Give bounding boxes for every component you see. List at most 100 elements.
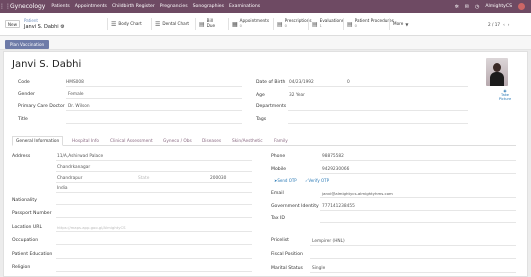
verify-otp-label: Verify OTP	[308, 178, 329, 183]
tab-hospital-info[interactable]: Hospital Info	[72, 139, 99, 144]
stat-patient-procedures[interactable]: ▤ Patient Procedures 0	[343, 18, 394, 30]
evaluations-icon: ▤	[312, 20, 318, 28]
stat-label: Evaluations 1	[319, 18, 344, 28]
religion-field[interactable]	[56, 271, 252, 272]
primary-care-doctor-field[interactable]: Dr. Wilson	[68, 104, 90, 109]
take-picture-link[interactable]: ◉ Take Picture	[496, 89, 514, 101]
stat-evaluations[interactable]: ▤ Evaluations 1	[308, 18, 344, 30]
dental-chart-icon: ☰	[155, 20, 161, 28]
country-field[interactable]: India	[57, 186, 68, 191]
occupation-label: Occupation	[12, 238, 39, 243]
tab-family[interactable]: Family	[274, 139, 288, 144]
stat-label: Bill Due	[206, 18, 216, 28]
app-name[interactable]: Gynecology	[10, 3, 45, 10]
religion-label: Religion	[12, 265, 31, 270]
procedures-icon: ▤	[347, 20, 353, 28]
main-menu: Patients Appointments Childbirth Registe…	[51, 4, 260, 9]
breadcrumb-parent[interactable]: Patient	[24, 18, 38, 23]
state-field[interactable]: State	[138, 176, 149, 181]
top-navbar: ⋮⋮ Gynecology Patients Appointments Chil…	[0, 0, 531, 13]
tab-skin-aesthetic[interactable]: Skin/Aesthetic	[232, 139, 263, 144]
title-field[interactable]	[66, 123, 242, 124]
clock-icon[interactable]: ◷	[475, 4, 479, 10]
occupation-field[interactable]	[56, 244, 252, 245]
marital-status-field[interactable]: Single	[312, 266, 325, 271]
country-underline	[56, 192, 252, 193]
zip-field[interactable]: 200030	[210, 176, 226, 181]
stat-appointments[interactable]: ▦ Appointments 0	[228, 18, 269, 30]
tags-field[interactable]	[288, 123, 468, 124]
stat-dental-chart[interactable]: ☰ Dental Chart	[151, 18, 189, 30]
address-label: Address	[12, 154, 31, 159]
stat-more-dropdown[interactable]: More ▼	[389, 18, 408, 30]
tab-clinical-assessment[interactable]: Clinical Assessment	[110, 139, 153, 144]
gear-icon[interactable]: ⚙	[60, 24, 64, 30]
nationality-field[interactable]	[56, 204, 252, 205]
gender-field[interactable]: Female	[68, 92, 84, 97]
company-name[interactable]: AlmightyCS	[485, 4, 512, 9]
dob-field[interactable]: 04/23/1992	[289, 80, 314, 85]
nationality-label: Nationality	[12, 198, 37, 203]
menu-childbirth-register[interactable]: Childbirth Register	[112, 4, 155, 9]
take-picture-label: Take Picture	[498, 93, 512, 101]
patient-education-field[interactable]	[56, 258, 252, 259]
body-chart-icon: ☰	[111, 20, 117, 28]
phone-label: Phone	[271, 154, 286, 159]
patient-photo[interactable]	[486, 58, 508, 86]
pricelist-label: Pricelist	[271, 238, 289, 243]
mobile-field[interactable]: 9429230066	[322, 167, 349, 172]
bug-icon[interactable]: ✲	[455, 4, 459, 10]
breadcrumb-current: Janvi S. Dabhi ⚙	[24, 24, 65, 30]
chevron-left-icon[interactable]: ‹	[503, 22, 505, 27]
tax-id-field[interactable]	[320, 222, 516, 223]
passport-label: Passport Number	[12, 211, 52, 216]
code-field[interactable]: HMS008	[66, 80, 84, 85]
dob-label: Date of Birth	[256, 80, 286, 85]
fiscal-position-field[interactable]	[310, 258, 516, 259]
menu-examinations[interactable]: Examinations	[229, 4, 260, 9]
new-button[interactable]: New	[5, 20, 20, 28]
patient-name[interactable]: Janvi S. Dabhi	[12, 59, 81, 70]
gender-underline	[66, 98, 242, 99]
stat-body-chart[interactable]: ☰ Body Chart	[107, 18, 142, 30]
user-avatar[interactable]	[518, 3, 525, 10]
form-button-bar	[0, 36, 531, 50]
email-field[interactable]: janvi@almightycs-almightyhms.com	[322, 191, 393, 196]
menu-appointments[interactable]: Appointments	[75, 4, 107, 9]
pcd-underline	[66, 110, 242, 111]
menu-patients[interactable]: Patients	[51, 4, 69, 9]
stat-prescriptions[interactable]: ▤ Prescriptions 0	[273, 18, 312, 30]
chat-icon[interactable]: ✉	[465, 4, 469, 10]
departments-field[interactable]	[288, 110, 468, 111]
stat-bill[interactable]: ▤ Bill Due	[195, 18, 215, 30]
chevron-down-icon: ▼	[405, 21, 409, 27]
location-url-field[interactable]: https://maps.app.goo.gl/AlmightyCS	[57, 225, 126, 230]
tab-general-information[interactable]: General Information	[16, 139, 59, 144]
street2-field[interactable]: Chandrkanagar	[57, 165, 90, 170]
tab-diseases[interactable]: Diseases	[202, 139, 221, 144]
verify-otp-button[interactable]: ✓Verify OTP	[305, 178, 329, 183]
app-grid-icon[interactable]: ⋮⋮	[0, 0, 11, 13]
more-label: More	[393, 20, 404, 26]
tax-id-label: Tax ID	[271, 216, 285, 221]
mobile-label: Mobile	[271, 167, 287, 172]
chevron-right-icon[interactable]: ›	[508, 22, 510, 27]
phone-field[interactable]: 98875582	[322, 154, 344, 159]
government-identity-field[interactable]: 777141238455	[322, 204, 355, 209]
passport-field[interactable]	[56, 217, 252, 218]
gender-label: Gender	[18, 92, 35, 97]
breadcrumb-current-label: Janvi S. Dabhi	[24, 24, 59, 30]
plan-vaccination-button[interactable]: Plan Vaccination	[5, 40, 49, 49]
age-label: Age	[256, 93, 265, 98]
street-field[interactable]: 11/A,Ashirwad Palace	[57, 154, 103, 159]
tab-gyneco-obs[interactable]: Gyneco / Obs	[163, 139, 192, 144]
pricelist-field[interactable]: Lempirer (HNL)	[312, 239, 345, 244]
marital-underline	[310, 272, 516, 273]
title-label: Title	[18, 117, 28, 122]
city-field[interactable]: Chandrapur	[57, 176, 82, 181]
send-otp-button[interactable]: ➤Send OTP	[274, 178, 297, 183]
code-underline	[66, 86, 242, 87]
menu-sonographies[interactable]: Sonographies	[193, 4, 224, 9]
pager-value[interactable]: 2 / 17	[488, 22, 500, 27]
menu-pregnancies[interactable]: Pregnancies	[160, 4, 188, 9]
